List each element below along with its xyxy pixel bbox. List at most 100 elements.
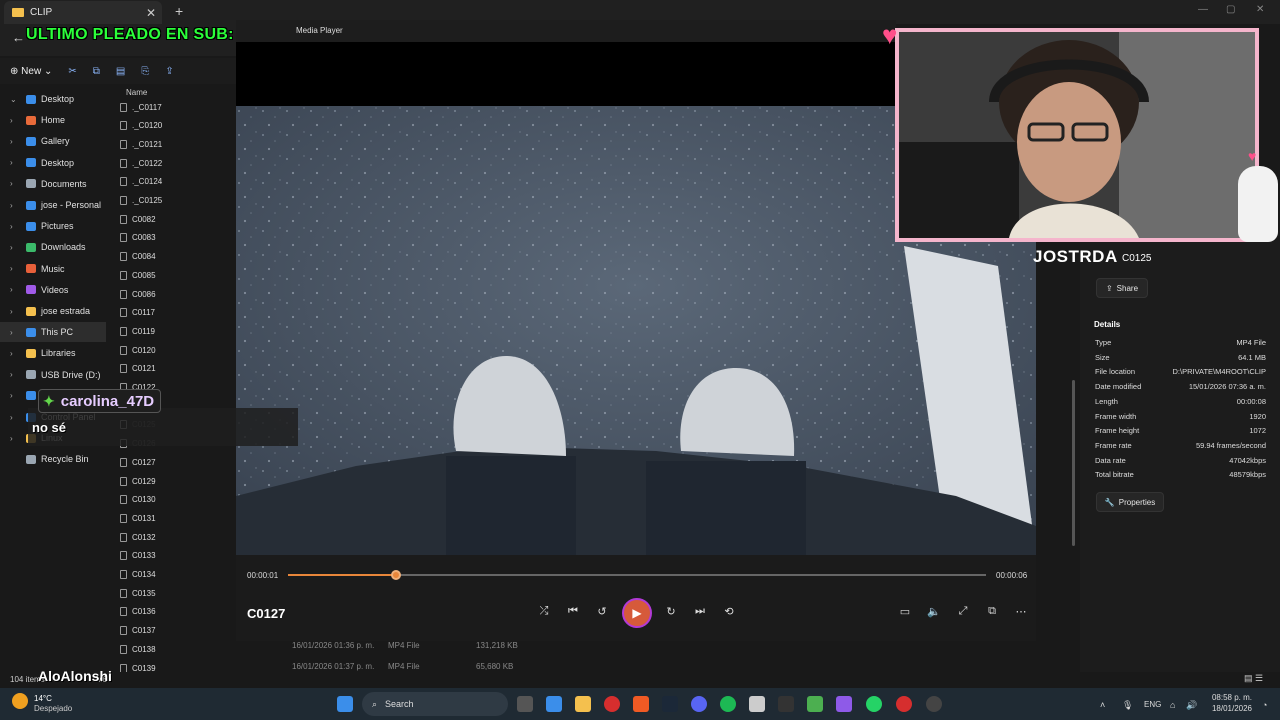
sidebar-item-usb-drive-d-[interactable]: › USB Drive (D:)	[0, 365, 106, 385]
list-item[interactable]: C0084	[120, 248, 156, 266]
list-item[interactable]: C0117	[120, 304, 155, 322]
sidebar-item-this-pc[interactable]: › This PC	[0, 322, 106, 343]
play-button[interactable]: ▶	[622, 598, 652, 628]
sidebar-item-desktop[interactable]: › Desktop	[0, 153, 106, 173]
list-item[interactable]: C0120	[120, 341, 156, 359]
forward-30-icon[interactable]: ↻	[661, 605, 681, 618]
share-button[interactable]: ⇪ Share	[1096, 278, 1148, 298]
list-item[interactable]: C0082	[120, 210, 156, 228]
shuffle-icon[interactable]: ⤮	[534, 605, 554, 618]
view-toggle-icon[interactable]: ▤ ☰	[1244, 673, 1263, 684]
app-icon[interactable]	[836, 696, 852, 712]
media-player-icon[interactable]	[926, 696, 942, 712]
sidebar-item-documents[interactable]: › Documents	[0, 174, 106, 194]
taskbar-search[interactable]: ⌕ Search	[362, 692, 508, 716]
chevron-icon[interactable]: ›	[10, 328, 22, 337]
chevron-icon[interactable]: ›	[10, 201, 22, 210]
back-arrow-icon[interactable]: ←	[12, 30, 25, 45]
cut-icon[interactable]: ✂	[68, 66, 76, 77]
app-icon[interactable]	[749, 696, 765, 712]
chevron-icon[interactable]: ›	[10, 307, 22, 316]
chevron-icon[interactable]: ›	[10, 222, 22, 231]
start-icon[interactable]	[337, 696, 353, 712]
maximize-button[interactable]: ▢	[1226, 4, 1235, 15]
sidebar-item-downloads[interactable]: › Downloads	[0, 237, 106, 257]
seek-bar[interactable]	[288, 570, 986, 580]
more-options-icon[interactable]: ⋯	[1011, 605, 1031, 618]
list-item[interactable]: ._C0124	[120, 173, 162, 191]
sidebar-item-gallery[interactable]: › Gallery	[0, 131, 106, 151]
app-icon[interactable]	[546, 696, 562, 712]
network-icon[interactable]: ⌂	[1170, 700, 1175, 710]
chevron-icon[interactable]: ›	[10, 370, 22, 379]
epic-games-icon[interactable]	[778, 696, 794, 712]
list-item[interactable]: C0133	[120, 547, 156, 565]
spotify-icon[interactable]	[720, 696, 736, 712]
list-item[interactable]: C0129	[120, 472, 156, 490]
list-item[interactable]: C0127	[120, 453, 156, 471]
chevron-icon[interactable]: ›	[10, 264, 22, 273]
chevron-icon[interactable]: ›	[10, 116, 22, 125]
copy-icon[interactable]: ⧉	[93, 66, 100, 77]
sidebar-item-pictures[interactable]: › Pictures	[0, 216, 106, 236]
sidebar-item-jose-personal[interactable]: › jose - Personal	[0, 195, 106, 215]
rewind-10-icon[interactable]: ↺	[592, 605, 612, 618]
new-tab-button[interactable]: +	[175, 3, 183, 19]
file-explorer-icon[interactable]	[575, 696, 591, 712]
name-column-header[interactable]: Name	[126, 88, 147, 97]
chevron-icon[interactable]: ›	[10, 137, 22, 146]
next-icon[interactable]: ⏭	[690, 605, 710, 618]
discord-icon[interactable]	[691, 696, 707, 712]
app-icon[interactable]	[896, 696, 912, 712]
sidebar-item-jose-estrada[interactable]: › jose estrada	[0, 301, 106, 321]
sidebar-item-music[interactable]: › Music	[0, 259, 106, 279]
sidebar-item-videos[interactable]: › Videos	[0, 280, 106, 300]
list-item[interactable]: ._C0120	[120, 117, 162, 135]
chevron-icon[interactable]: ›	[10, 413, 22, 422]
clock-date[interactable]: 18/01/2026	[1210, 704, 1252, 713]
chevron-icon[interactable]: ›	[10, 349, 22, 358]
chevron-icon[interactable]: ›	[10, 243, 22, 252]
opera-icon[interactable]	[604, 696, 620, 712]
properties-button[interactable]: 🔧 Properties	[1096, 492, 1164, 512]
minimize-button[interactable]: —	[1198, 4, 1208, 15]
repeat-icon[interactable]: ⟲	[719, 605, 739, 618]
sidebar-item-libraries[interactable]: › Libraries	[0, 343, 106, 363]
list-item[interactable]: C0138	[120, 640, 156, 658]
list-item[interactable]: C0121	[120, 360, 156, 378]
fullscreen-icon[interactable]: ⤢	[953, 605, 973, 618]
list-item[interactable]: C0135	[120, 584, 156, 602]
clock-time[interactable]: 08:58 p. m.	[1210, 693, 1252, 702]
chevron-icon[interactable]: ›	[10, 179, 22, 188]
sidebar-item-recycle-bin[interactable]: Recycle Bin	[0, 449, 106, 469]
volume-icon[interactable]: 🔈	[924, 605, 944, 618]
list-item[interactable]: C0134	[120, 566, 156, 584]
list-item[interactable]: C0083	[120, 229, 156, 247]
list-item[interactable]: C0130	[120, 491, 156, 509]
list-item[interactable]: ._C0117	[120, 98, 162, 116]
miniplayer-icon[interactable]: ⧉	[982, 605, 1002, 618]
paste-icon[interactable]: ▤	[116, 66, 125, 77]
sidebar-item-desktop[interactable]: ⌄ Desktop	[0, 89, 106, 109]
scrollbar[interactable]	[1072, 380, 1075, 546]
minecraft-icon[interactable]	[807, 696, 823, 712]
list-item[interactable]: ._C0125	[120, 192, 162, 210]
microphone-icon[interactable]: 🎙	[1122, 700, 1133, 711]
chevron-icon[interactable]: ⌄	[10, 95, 22, 104]
new-button[interactable]: ⊕ New ⌄	[10, 66, 52, 77]
weather-icon[interactable]	[12, 693, 28, 709]
list-item[interactable]: C0086	[120, 285, 156, 303]
captions-icon[interactable]: ▭	[895, 605, 915, 618]
list-item[interactable]: C0085	[120, 266, 156, 284]
steam-icon[interactable]	[662, 696, 678, 712]
brave-icon[interactable]	[633, 696, 649, 712]
list-item[interactable]: C0119	[120, 322, 155, 340]
list-item[interactable]: ._C0122	[120, 154, 162, 172]
previous-icon[interactable]: ⏮	[563, 605, 583, 618]
volume-icon[interactable]: 🔊	[1186, 700, 1197, 711]
share-icon[interactable]: ⇪	[165, 66, 173, 77]
chevron-icon[interactable]: ›	[10, 391, 22, 400]
chevron-icon[interactable]: ›	[10, 158, 22, 167]
chevron-up-icon[interactable]: ˄	[1100, 700, 1105, 710]
sidebar-item-home[interactable]: › Home	[0, 110, 106, 130]
